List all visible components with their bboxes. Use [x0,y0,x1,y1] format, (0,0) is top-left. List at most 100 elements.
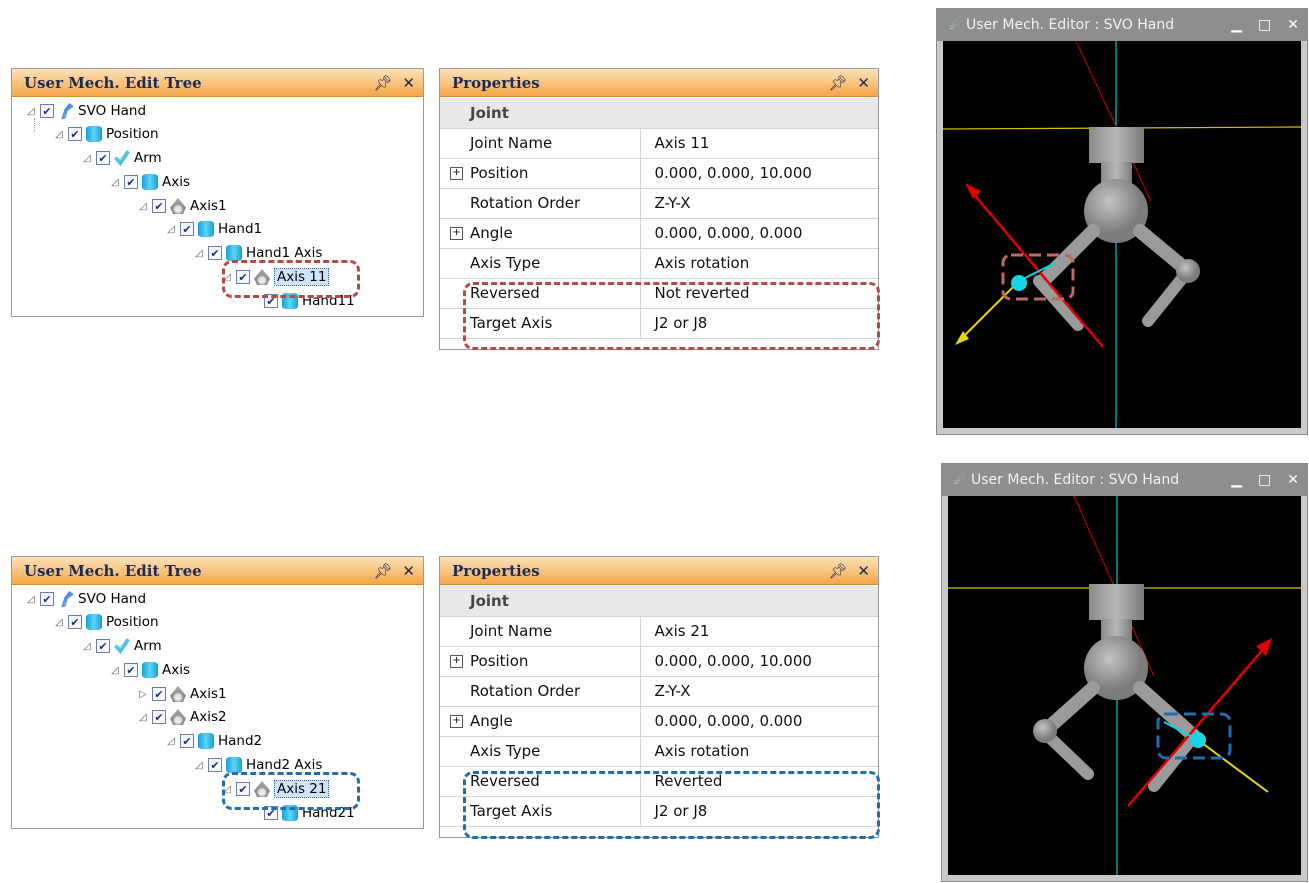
collapse-icon[interactable]: ◿ [194,248,204,259]
pin-icon[interactable]: 📌︎ [373,74,392,92]
expand-icon[interactable]: + [450,226,463,240]
tree-node-label: SVO Hand [78,591,147,607]
checkbox[interactable]: ✔ [152,687,166,701]
close-icon[interactable]: ✕ [402,562,415,580]
tree-node-axis2[interactable]: ◿ ✔ Axis2 [138,706,227,728]
expand-icon[interactable]: + [450,654,463,668]
collapse-icon[interactable]: ◿ [110,665,120,676]
pin-icon[interactable]: 📌︎ [828,562,847,580]
collapse-icon[interactable]: ◿ [166,224,176,235]
tree-node-axis1[interactable]: ◿ ✔ Axis1 [138,195,227,217]
highlight-selected-joint [222,772,360,810]
property-row[interactable]: + Position 0.000, 0.000, 10.000 [440,158,878,189]
checkbox[interactable]: ✔ [208,758,222,772]
property-name: Axis Type [440,736,641,767]
property-value[interactable]: 0.000, 0.000, 0.000 [640,706,878,737]
tree-node-label: Axis2 [190,709,227,725]
joint-axis-red [970,190,1104,348]
collapse-icon[interactable]: ◿ [166,736,176,747]
pin-icon[interactable]: 📌︎ [828,74,847,92]
tree-node-axis[interactable]: ◿ ✔ Axis [110,659,190,681]
expand-icon[interactable]: ▷ [138,689,148,700]
checkbox[interactable]: ✔ [124,175,138,189]
property-value[interactable]: Z-Y-X [640,188,878,219]
property-row[interactable]: Axis Type Axis rotation [440,736,878,767]
property-value[interactable]: Axis rotation [640,248,878,279]
bottom-3d-editor-window: ☄ User Mech. Editor : SVO Hand ▁ □ ✕ [941,463,1308,882]
joint-icon [170,709,186,725]
collapse-icon[interactable]: ◿ [138,712,148,723]
highlight-reversed-rows [463,282,880,350]
property-row[interactable]: Joint Name Axis 11 [440,128,878,159]
property-row[interactable]: Rotation Order Z-Y-X [440,676,878,707]
minimize-icon[interactable]: ▁ [1231,472,1242,488]
expand-icon[interactable]: + [450,166,463,180]
collapse-icon[interactable]: ◿ [82,641,92,652]
collapse-icon[interactable]: ◿ [54,617,64,628]
property-value[interactable]: 0.000, 0.000, 0.000 [640,218,878,249]
collapse-icon[interactable]: ◿ [26,106,36,117]
checkbox[interactable]: ✔ [180,734,194,748]
close-icon[interactable]: ✕ [857,562,870,580]
tree-node-svo-hand[interactable]: ◿ ✔ SVO Hand [26,588,146,610]
property-row[interactable]: Axis Type Axis rotation [440,248,878,279]
collapse-icon[interactable]: ◿ [194,760,204,771]
checkbox[interactable]: ✔ [208,246,222,260]
tree-node-arm[interactable]: ◿ ✔ Arm [82,635,162,657]
checkbox[interactable]: ✔ [180,222,194,236]
checkbox[interactable]: ✔ [152,199,166,213]
joint-icon [170,686,186,702]
close-icon[interactable]: ✕ [857,74,870,92]
tree-node-hand2[interactable]: ◿ ✔ Hand2 [166,730,262,752]
3d-viewport[interactable] [942,40,1302,428]
collapse-icon[interactable]: ◿ [54,129,64,140]
property-row[interactable]: + Position 0.000, 0.000, 10.000 [440,646,878,677]
property-name: Position [470,164,529,182]
property-row[interactable]: + Angle 0.000, 0.000, 0.000 [440,218,878,249]
property-value[interactable]: Axis 11 [640,128,878,159]
selected-joint-marker[interactable] [1190,732,1206,748]
close-icon[interactable]: ✕ [1287,472,1299,488]
3d-viewport[interactable] [948,495,1301,875]
close-icon[interactable]: ✕ [402,74,415,92]
property-value[interactable]: Z-Y-X [640,676,878,707]
maximize-icon[interactable]: □ [1258,472,1271,488]
property-value[interactable]: 0.000, 0.000, 10.000 [640,158,878,189]
checkbox[interactable]: ✔ [40,104,54,118]
selected-joint-marker[interactable] [1011,275,1027,291]
tree-node-position[interactable]: ◿ ✔ Position [54,123,159,145]
checkbox[interactable]: ✔ [96,639,110,653]
property-row[interactable]: + Angle 0.000, 0.000, 0.000 [440,706,878,737]
checkbox[interactable]: ✔ [68,615,82,629]
checkbox[interactable]: ✔ [152,710,166,724]
checkbox[interactable]: ✔ [40,592,54,606]
collapse-icon[interactable]: ◿ [82,153,92,164]
property-value[interactable]: Axis rotation [640,736,878,767]
tree-node-position[interactable]: ◿ ✔ Position [54,611,159,633]
property-category: Joint [440,98,878,129]
expand-icon[interactable]: + [450,714,463,728]
property-row[interactable]: Rotation Order Z-Y-X [440,188,878,219]
checkbox[interactable]: ✔ [96,151,110,165]
minimize-icon[interactable]: ▁ [1231,17,1242,33]
checkbox[interactable]: ✔ [124,663,138,677]
pin-icon[interactable]: 📌︎ [373,562,392,580]
tree-node-label: Position [106,126,159,142]
tree-node-hand1[interactable]: ◿ ✔ Hand1 [166,218,262,240]
property-value[interactable]: Axis 21 [640,616,878,647]
collapse-icon[interactable]: ◿ [138,201,148,212]
tree-node-svo-hand[interactable]: ◿ ✔ SVO Hand [26,100,146,122]
properties-panel-title: Properties [452,561,540,580]
close-icon[interactable]: ✕ [1287,17,1299,33]
property-value[interactable]: 0.000, 0.000, 10.000 [640,646,878,677]
tree-node-label: Arm [134,150,162,166]
tree-node-arm[interactable]: ◿ ✔ Arm [82,147,162,169]
3d-scene [942,40,1302,428]
tree-node-axis[interactable]: ◿ ✔ Axis [110,171,190,193]
maximize-icon[interactable]: □ [1258,17,1271,33]
tree-node-axis1[interactable]: ▷ ✔ Axis1 [138,683,227,705]
collapse-icon[interactable]: ◿ [110,177,120,188]
property-row[interactable]: Joint Name Axis 21 [440,616,878,647]
collapse-icon[interactable]: ◿ [26,594,36,605]
checkbox[interactable]: ✔ [68,127,82,141]
